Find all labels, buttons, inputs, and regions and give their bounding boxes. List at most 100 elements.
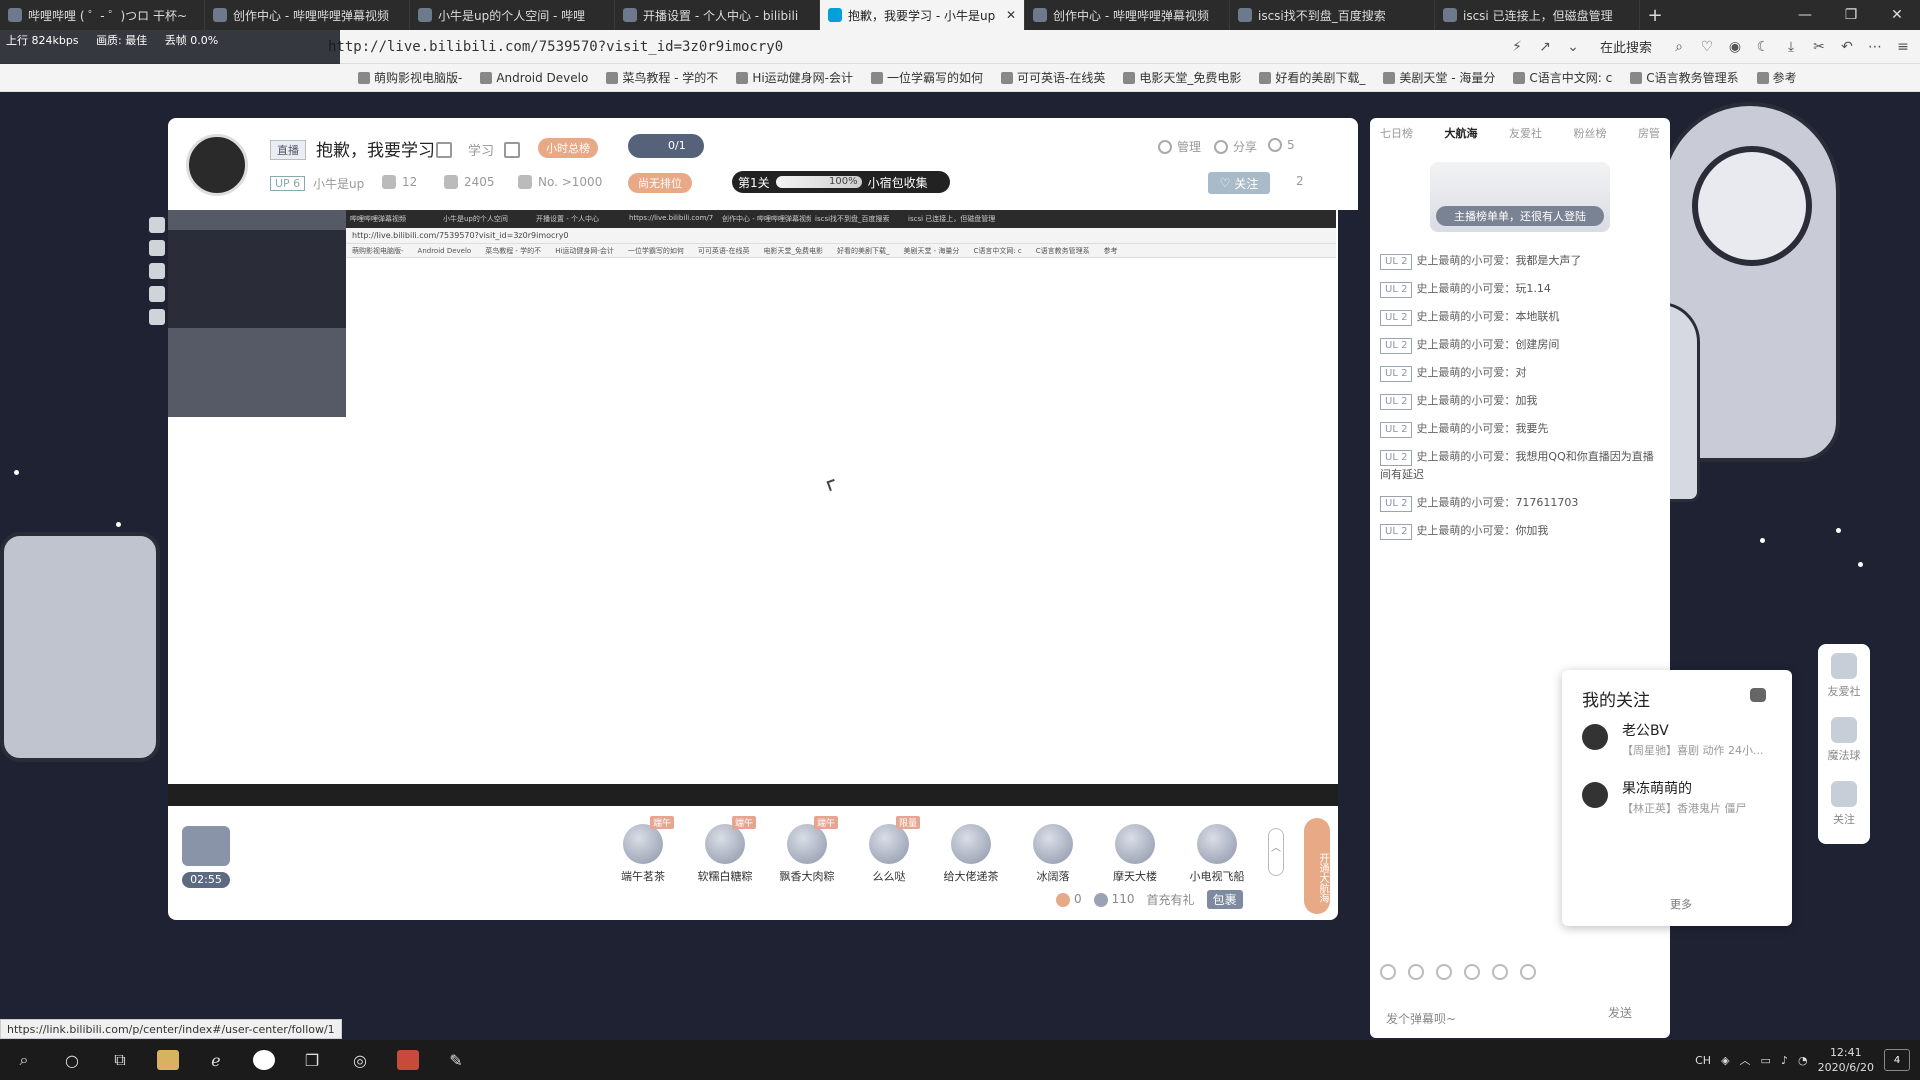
danmaku-user[interactable]: 史上最萌的小可爱： [1416,254,1515,267]
recharge-link[interactable]: 首充有礼 [1147,891,1195,908]
volume-icon[interactable] [149,263,165,279]
rank-tab[interactable]: 友爱社 [1509,125,1542,141]
ime-indicator[interactable]: CH [1695,1054,1711,1067]
browser-tab[interactable]: 抱歉，我要学习 - 小牛是up ✕ [820,0,1025,30]
share-button[interactable]: 分享 [1214,138,1257,155]
search-icon[interactable]: ⌕ [1670,38,1688,56]
follow-more-link[interactable]: 更多 [1670,896,1692,912]
gift-item[interactable]: 小电视飞船 [1182,816,1252,884]
browser-tab[interactable]: 哔哩哔哩 ( ゜- ゜)つロ 干杯~ [0,0,205,30]
network-icon[interactable]: ◔ [1798,1054,1808,1067]
pack-button[interactable]: 包裹 [1206,890,1243,909]
gift-item[interactable]: 冰阔落 [1018,816,1088,884]
float-nav-item[interactable]: 友爱社 [1818,644,1870,708]
danmaku-user[interactable]: 史上最萌的小可爱： [1416,310,1515,323]
area-link[interactable]: 学习 [468,140,494,159]
browser-tab[interactable]: 开播设置 - 个人中心 - bilibili [615,0,820,30]
fullscreen-icon[interactable] [149,309,165,325]
float-nav-item[interactable]: 魔法球 [1818,708,1870,772]
anchor-avatar[interactable] [186,134,248,196]
rank-tab[interactable]: 粉丝榜 [1574,125,1607,141]
hour-rank-badge[interactable]: 小时总榜 [538,138,598,158]
send-button[interactable]: 发送 [1608,1004,1632,1021]
cortana-icon[interactable]: ○ [48,1040,96,1080]
favorites-icon[interactable]: ♡ [1698,38,1716,56]
rank-tab[interactable]: 房管 [1638,125,1660,141]
bookmark-item[interactable]: 一位学霸写的如何 [871,69,983,86]
task-view-icon[interactable]: ⧉ [96,1040,144,1080]
settings-icon[interactable] [149,286,165,302]
danmaku-user[interactable]: 史上最萌的小可爱： [1416,338,1515,351]
up-name[interactable]: 小牛是up [313,175,364,192]
lightning-icon[interactable]: ⚡ [1508,38,1526,56]
share-icon[interactable]: ↗ [1536,38,1554,56]
night-mode-icon[interactable]: ☾ [1754,38,1772,56]
level-progress[interactable]: 第1关 100% 小宿包收集 [732,171,950,193]
stream-thumbnail[interactable] [182,826,230,866]
clock[interactable]: 12:41 2020/6/20 [1818,1045,1874,1075]
edit-icon[interactable] [1520,964,1536,980]
manage-button[interactable]: 管理 [1158,138,1201,155]
bookmark-item[interactable]: Android Develo [480,71,588,85]
bookmark-item[interactable]: 可可英语-在线英 [1001,69,1105,86]
edit-title-icon[interactable] [436,142,452,158]
edit-area-icon[interactable] [504,142,520,158]
minimize-button[interactable]: — [1782,0,1828,30]
float-nav-item[interactable]: 关注 [1818,772,1870,836]
bookmark-item[interactable]: 电影天堂_免费电影 [1123,69,1241,86]
danmaku-user[interactable]: 史上最萌的小可爱： [1416,450,1515,463]
rank-tab[interactable]: 大航海 [1445,125,1478,141]
battery-icon[interactable]: ▭ [1761,1054,1771,1067]
notification-center[interactable]: 4 [1884,1049,1910,1071]
followed-user[interactable]: 果冻萌萌的 【林正英】香港鬼片 僵尸 [1582,778,1782,822]
danmaku-user[interactable]: 史上最萌的小可爱： [1416,282,1515,295]
gift-item[interactable]: 给大佬递茶 [936,816,1006,884]
game-icon[interactable]: ◉ [1726,38,1744,56]
chevron-up-icon[interactable]: ︿ [1740,1052,1751,1068]
bookmark-item[interactable]: Hi运动健身网-会计 [736,69,853,86]
qq-icon[interactable] [240,1040,288,1080]
menu-icon[interactable]: ≡ [1894,38,1912,56]
file-explorer-icon[interactable] [144,1040,192,1080]
download-icon[interactable]: ⤓ [1782,38,1800,56]
danmaku-user[interactable]: 史上最萌的小可爱： [1416,366,1515,379]
undo-icon[interactable]: ↶ [1838,38,1856,56]
emoji-icon[interactable] [1380,964,1396,980]
browser-tab[interactable]: iscsi找不到盘_百度搜索 [1230,0,1435,30]
danmaku-input[interactable]: 发个弹幕呗~ [1386,1010,1456,1027]
color-icon[interactable] [1408,964,1424,980]
close-tab-icon[interactable]: ✕ [1006,8,1016,22]
gift-item[interactable]: 端午 软糯白糖粽 [690,816,760,884]
close-window-button[interactable]: ✕ [1874,0,1920,30]
open-guard-button[interactable]: 开通大航海 [1304,818,1330,914]
volume-icon[interactable]: ♪ [1781,1054,1788,1067]
bookmark-item[interactable]: 菜鸟教程 - 学的不 [606,69,718,86]
new-tab-button[interactable]: + [1640,0,1670,30]
browser-tab[interactable]: 创作中心 - 哔哩哔哩弹幕视频 [1025,0,1230,30]
url-input[interactable]: http://live.bilibili.com/7539570?visit_i… [328,39,1498,55]
browser-tab[interactable]: iscsi 已连接上，但磁盘管理 [1435,0,1640,30]
gift-item[interactable]: 摩天大楼 [1100,816,1170,884]
followed-user[interactable]: 老公BV 【周星驰】喜剧 动作 24小... [1582,720,1782,764]
browser-tab[interactable]: 小牛是up的个人空间 - 哔哩 [410,0,615,30]
chevron-down-icon[interactable]: ⌄ [1564,38,1582,56]
gift-item[interactable]: 端午 端午茗茶 [608,816,678,884]
gift-icon[interactable] [1436,964,1452,980]
danmaku-icon[interactable] [149,240,165,256]
more-icon[interactable]: ⋯ [1866,38,1884,56]
danmaku-user[interactable]: 史上最萌的小可爱： [1416,394,1515,407]
wechat-icon[interactable]: ◈ [1721,1054,1729,1067]
rank-tab[interactable]: 七日榜 [1380,125,1413,141]
bookmark-item[interactable]: 萌购影视电脑版- [358,69,462,86]
maximize-button[interactable]: ❐ [1828,0,1874,30]
screenshot-icon[interactable] [149,217,165,233]
ie-icon[interactable]: ℯ [192,1040,240,1080]
obs-icon[interactable]: ◎ [336,1040,384,1080]
bookmark-item[interactable]: C语言中文网: c [1513,69,1612,86]
no-rank-badge[interactable]: 尚无排位 [628,173,692,193]
browser-tab[interactable]: 创作中心 - 哔哩哔哩弹幕视频 [205,0,410,30]
bookmark-item[interactable]: 好看的美剧下载_ [1259,69,1365,86]
danmaku-user[interactable]: 史上最萌的小可爱： [1416,496,1515,509]
pdf-icon[interactable] [384,1040,432,1080]
search-icon[interactable]: ⌕ [0,1040,48,1080]
